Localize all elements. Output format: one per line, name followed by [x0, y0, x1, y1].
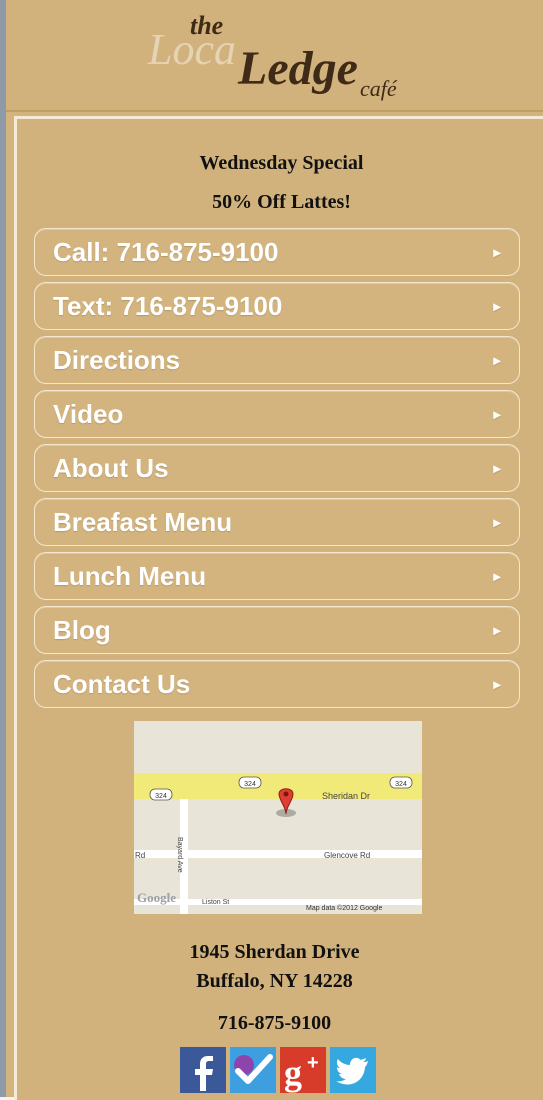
svg-text:324: 324 [244, 781, 256, 788]
about-us-button[interactable]: About Us ▸ [34, 444, 520, 492]
contact-us-button-label: Contact Us [53, 668, 191, 699]
facebook-icon[interactable] [180, 1047, 226, 1093]
svg-text:Loca: Loca [147, 25, 236, 74]
video-button-label: Video [53, 398, 124, 429]
svg-text:Sheridan Dr: Sheridan Dr [322, 791, 370, 801]
directions-button-label: Directions [53, 344, 181, 375]
blog-button[interactable]: Blog ▸ [34, 606, 520, 654]
svg-text:Google: Google [137, 890, 176, 905]
lunch-menu-button[interactable]: Lunch Menu ▸ [34, 552, 520, 600]
twitter-icon[interactable] [330, 1047, 376, 1093]
address-city: Buffalo, NY 14228 [196, 970, 353, 992]
map-graphic: 324 324 324 Sheridan Dr Glencove Rd Rd B… [134, 721, 422, 914]
chevron-right-icon: ▸ [493, 567, 501, 584]
svg-text:Rd: Rd [135, 851, 145, 860]
svg-text:café: café [360, 76, 398, 101]
svg-text:Ledge: Ledge [237, 42, 358, 95]
svg-text:324: 324 [395, 781, 407, 788]
about-us-button-label: About Us [53, 452, 169, 483]
svg-text:324: 324 [155, 793, 167, 800]
video-button[interactable]: Video ▸ [34, 390, 520, 438]
svg-text:Map data ©2012 Google: Map data ©2012 Google [306, 904, 382, 912]
chevron-right-icon: ▸ [493, 621, 501, 638]
chevron-right-icon: ▸ [493, 675, 501, 692]
contact-us-button[interactable]: Contact Us ▸ [34, 660, 520, 708]
special-offer: 50% Off Lattes! [212, 191, 351, 213]
google-plus-icon[interactable]: g + [280, 1047, 326, 1093]
address-street: 1945 Sherdan Drive [189, 941, 360, 963]
location-map[interactable]: 324 324 324 Sheridan Dr Glencove Rd Rd B… [134, 721, 422, 914]
chevron-right-icon: ▸ [493, 243, 501, 260]
text-button[interactable]: Text: 716-875-9100 ▸ [34, 282, 520, 330]
blog-button-label: Blog [53, 614, 111, 645]
chevron-right-icon: ▸ [493, 297, 501, 314]
site-header: the Loca Ledge café [6, 0, 543, 112]
loca-ledge-logo[interactable]: the Loca Ledge café [6, 0, 543, 110]
breakfast-menu-button[interactable]: Breafast Menu ▸ [34, 498, 520, 546]
foursquare-icon[interactable] [230, 1047, 276, 1093]
lunch-menu-button-label: Lunch Menu [53, 560, 207, 591]
svg-text:g: g [284, 1053, 302, 1093]
chevron-right-icon: ▸ [493, 513, 501, 530]
call-button-label: Call: 716-875-9100 [53, 236, 279, 267]
breakfast-menu-button-label: Breafast Menu [53, 506, 233, 537]
address-phone: 716-875-9100 [217, 1012, 332, 1034]
directions-button[interactable]: Directions ▸ [34, 336, 520, 384]
svg-text:Bayard Ave: Bayard Ave [176, 837, 183, 873]
chevron-right-icon: ▸ [493, 405, 501, 422]
svg-text:Liston St: Liston St [202, 899, 229, 906]
text-button-label: Text: 716-875-9100 [53, 290, 283, 321]
special-title: Wednesday Special [199, 152, 364, 174]
call-button[interactable]: Call: 716-875-9100 ▸ [34, 228, 520, 276]
svg-text:+: + [307, 1052, 319, 1074]
window-edge [0, 0, 6, 1097]
svg-text:Glencove Rd: Glencove Rd [324, 851, 370, 860]
chevron-right-icon: ▸ [493, 459, 501, 476]
chevron-right-icon: ▸ [493, 351, 501, 368]
